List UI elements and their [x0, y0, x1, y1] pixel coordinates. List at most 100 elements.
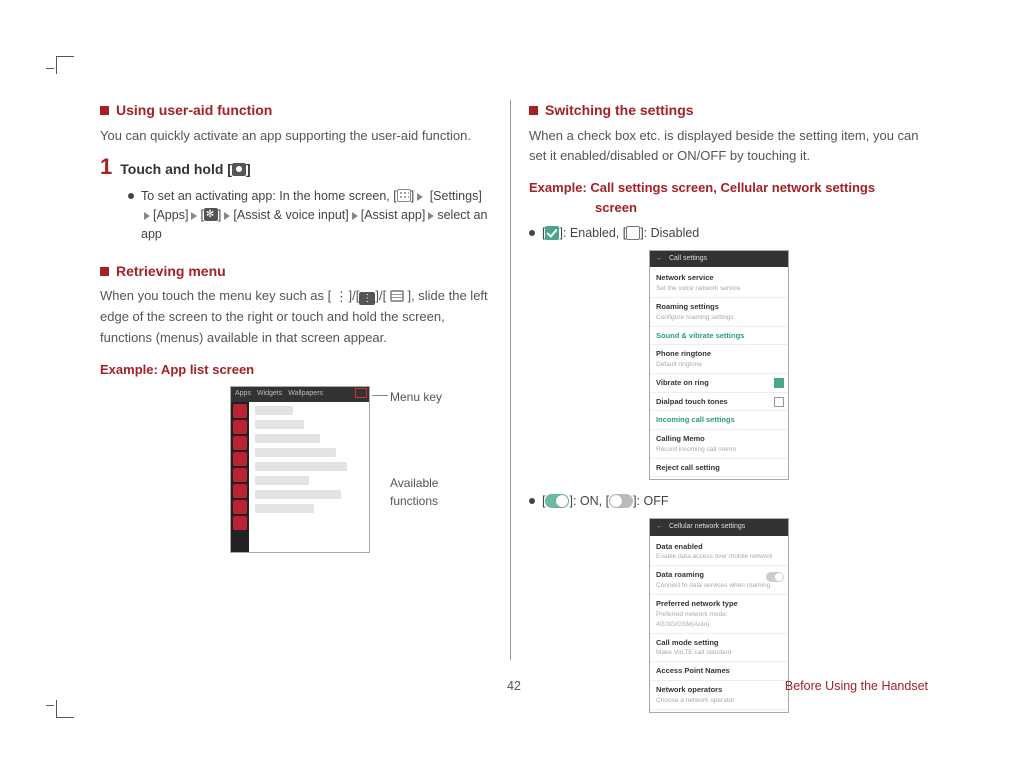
hamburger-menu-icon: [390, 290, 404, 302]
row: Incoming call settings: [650, 411, 788, 430]
tab: Widgets: [257, 389, 282, 400]
toggle-on-icon: [545, 494, 569, 508]
row: Phone ringtoneDefault ringtone: [650, 345, 788, 374]
heading-retrieving-menu: Retrieving menu: [100, 261, 492, 283]
screenshot-app-list: Apps Widgets Wallpapers Menu ke: [230, 386, 490, 553]
screenshot-app-strip: [231, 402, 249, 552]
apps-grid-icon: [397, 189, 411, 202]
heading-text: Retrieving menu: [116, 261, 226, 283]
switch-subtext: When a check box etc. is displayed besid…: [529, 126, 920, 166]
heading-bullet-icon: [100, 267, 109, 276]
text: [Apps]: [153, 208, 188, 222]
screenshot-title: Call settings: [669, 254, 707, 265]
legend-enabled-disabled: []: Enabled, []: Disabled: [529, 224, 920, 243]
checkbox-on-icon: [545, 226, 559, 240]
retrieve-text: When you touch the menu key such as [ ⋮ …: [100, 286, 492, 347]
row: Sound & vibrate settings: [650, 327, 788, 346]
screenshot-call-settings: ← Call settings Network serviceSet the v…: [649, 250, 789, 481]
text: When you touch the menu key such as [: [100, 288, 331, 303]
text: ]: OFF: [633, 494, 668, 508]
left-column: Using user-aid function You can quickly …: [100, 100, 510, 660]
legend-on-off: []: ON, []: OFF: [529, 492, 920, 511]
row: Data roamingConnect to data services whe…: [650, 566, 788, 595]
screenshot-tabbar: Apps Widgets Wallpapers: [231, 387, 369, 402]
screenshot-body: [231, 402, 369, 552]
back-arrow-icon: ←: [656, 254, 663, 265]
row: Access Point Names: [650, 662, 788, 681]
text: functions: [390, 494, 438, 508]
text: [Assist & voice input]: [233, 208, 348, 222]
text: ]: ON, [: [569, 494, 609, 508]
row: Data enabledEnable data access over mobi…: [650, 538, 788, 567]
content-area: Using user-aid function You can quickly …: [100, 100, 940, 660]
row: Dialpad touch tones: [650, 393, 788, 412]
text: Available: [390, 476, 438, 490]
heading-bullet-icon: [529, 106, 538, 115]
menu-key-highlight: [355, 388, 367, 398]
row: Network operatorsChoose a network operat…: [650, 681, 788, 710]
toggle-off-icon: [609, 494, 633, 508]
heading-switching-settings: Switching the settings: [529, 100, 920, 122]
row: Roaming settingsConfigure roaming settin…: [650, 298, 788, 327]
home-icon: [232, 163, 246, 176]
bullet-text: To set an activating app: In the home sc…: [141, 187, 492, 245]
heading-text: Using user-aid function: [116, 100, 272, 122]
using-subtext: You can quickly activate an app supporti…: [100, 126, 492, 146]
text: To set an activating app: In the home sc…: [141, 189, 397, 203]
row: Calling MemoRecord incoming call memo: [650, 430, 788, 459]
text: ]/[: [375, 288, 386, 303]
heading-text: Switching the settings: [545, 100, 694, 122]
right-column: Switching the settings When a check box …: [510, 100, 920, 660]
step-label: Touch and hold []: [120, 159, 250, 181]
bullet-set-app: To set an activating app: In the home sc…: [128, 187, 492, 245]
heading-bullet-icon: [100, 106, 109, 115]
legend-text: []: Enabled, []: Disabled: [542, 224, 920, 243]
crop-mark: [56, 700, 74, 718]
row: Network serviceSet the voice network ser…: [650, 269, 788, 298]
heading-using-user-aid: Using user-aid function: [100, 100, 492, 122]
example-app-list: Example: App list screen: [100, 360, 492, 380]
screenshot-context-menu: [249, 402, 369, 552]
gear-icon: [204, 208, 218, 221]
row: Call mode settingMake VoLTE call standar…: [650, 634, 788, 663]
screenshot-body: Network serviceSet the voice network ser…: [650, 267, 788, 479]
text: Example: Call settings screen, Cellular …: [529, 180, 875, 195]
screenshot-cellular-settings: ← Cellular network settings Data enabled…: [649, 518, 789, 713]
row: Reject call setting: [650, 459, 788, 478]
chevron-right-icon: [144, 212, 150, 220]
text: screen: [595, 200, 637, 215]
text: [Assist app]: [361, 208, 426, 222]
row: Vibrate on ring: [650, 374, 788, 393]
row: Preferred network typePreferred network …: [650, 595, 788, 634]
chevron-right-icon: [352, 212, 358, 220]
back-arrow-icon: ←: [656, 522, 663, 533]
mini-checkbox-icon: [774, 397, 784, 407]
crop-mark: [56, 56, 74, 74]
text: ]/[: [349, 288, 360, 303]
tab: Apps: [235, 389, 251, 400]
step-1: 1 Touch and hold []: [100, 156, 492, 181]
legend-text: []: ON, []: OFF: [542, 492, 920, 511]
screenshot-frame: Apps Widgets Wallpapers: [230, 386, 370, 553]
bullet-dot-icon: [128, 193, 134, 199]
mini-checkbox-icon: [774, 378, 784, 388]
step-label-text: Touch and hold [: [120, 161, 232, 177]
callout-available-functions: Available functions: [390, 474, 438, 511]
page: Using user-aid function You can quickly …: [0, 0, 1028, 774]
chevron-right-icon: [191, 212, 197, 220]
chevron-right-icon: [428, 212, 434, 220]
example-call-settings: Example: Call settings screen, Cellular …: [529, 178, 920, 218]
section-name: Before Using the Handset: [785, 677, 928, 696]
text: [Settings]: [430, 189, 482, 203]
bullet-dot-icon: [529, 230, 535, 236]
chevron-right-icon: [417, 193, 423, 201]
callout-menu-key: Menu key: [390, 388, 442, 407]
text: ]: Disabled: [640, 226, 699, 240]
crop-mark: [46, 68, 54, 69]
text: ]: Enabled, [: [559, 226, 626, 240]
screenshot-body: Data enabledEnable data access over mobi…: [650, 536, 788, 712]
crop-mark: [46, 705, 54, 706]
menu-dots-dark-icon: ⋮: [359, 292, 375, 305]
screenshot-header: ← Cellular network settings: [650, 519, 788, 536]
checkbox-off-icon: [626, 226, 640, 240]
